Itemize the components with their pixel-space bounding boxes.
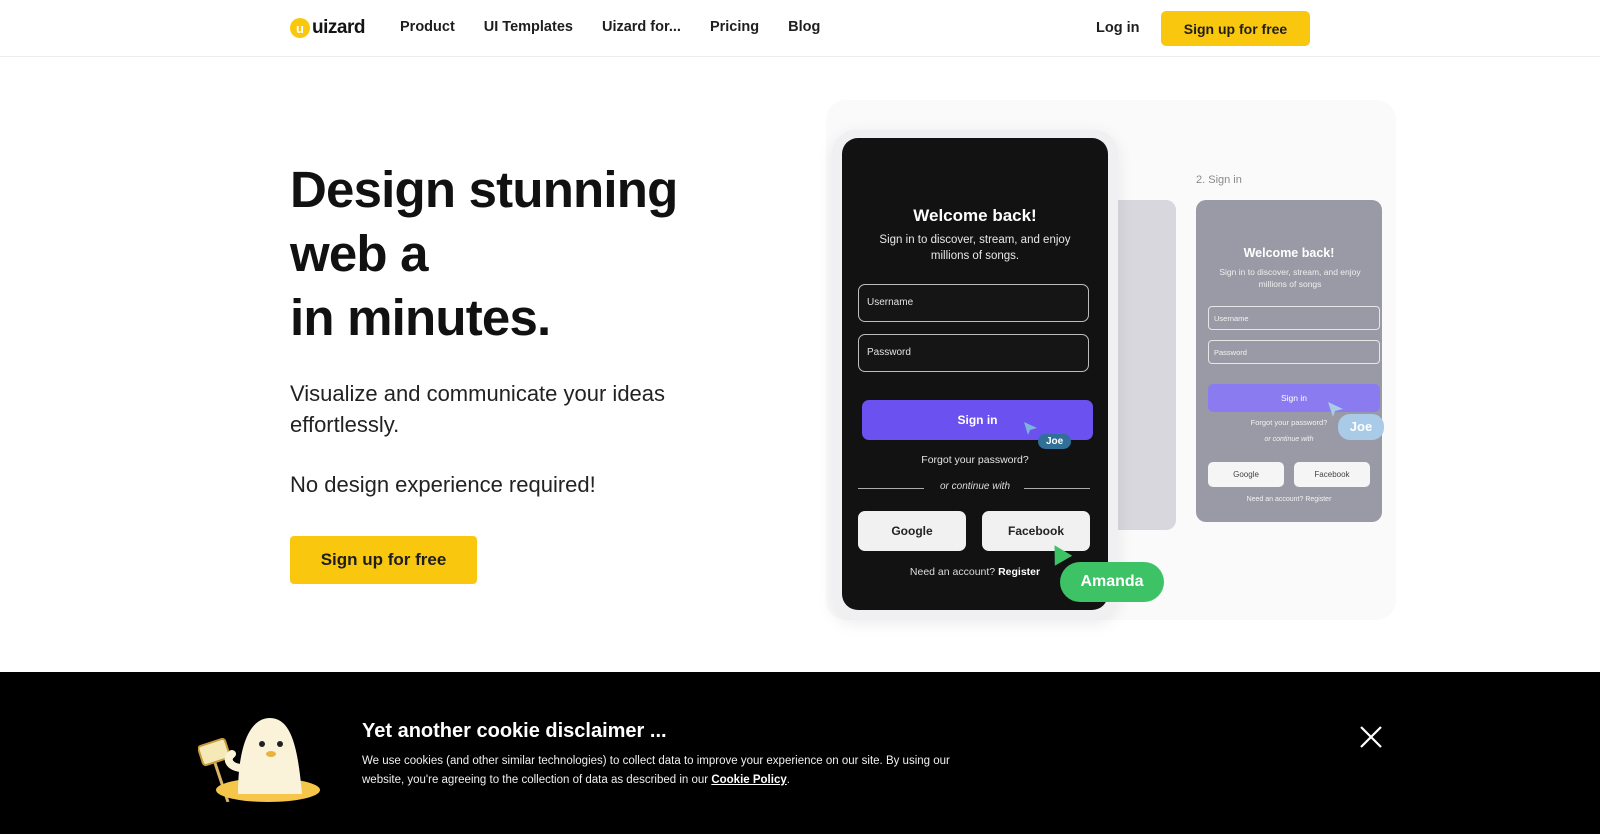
- cookie-banner: Yet another cookie disclaimer ... We use…: [0, 672, 1600, 834]
- cursor-arrow-icon: [1024, 422, 1037, 435]
- phone-mockup: Welcome back! Sign in to discover, strea…: [842, 138, 1108, 610]
- cookie-text: We use cookies (and other similar techno…: [362, 752, 962, 790]
- main-nav: Product UI Templates Uizard for... Prici…: [400, 19, 820, 35]
- hero-illustration: Welcome back! Sign in to discover, strea…: [826, 92, 1406, 632]
- right-card-title: Welcome back!: [1243, 246, 1335, 260]
- phone-or-continue: or continue with: [939, 481, 1011, 492]
- phone-forgot-password: Forgot your password?: [921, 454, 1029, 466]
- right-card-label: 2. Sign in: [1196, 174, 1242, 186]
- seal-mascot-icon: [198, 718, 320, 802]
- hero-signup-button[interactable]: Sign up for free: [290, 536, 477, 584]
- cookie-title: Yet another cookie disclaimer ...: [362, 720, 667, 742]
- phone-description: Sign in to discover, stream, and enjoy m…: [879, 234, 1071, 262]
- phone-google-button: Google: [858, 511, 966, 551]
- phone-password-field: Password: [858, 334, 1089, 372]
- phone-register-prefix: Need an account?: [909, 566, 996, 578]
- cookie-text-body: We use cookies (and other similar techno…: [362, 755, 950, 786]
- cursor-tag-joe-2: Joe: [1338, 414, 1384, 440]
- cursor-tag-amanda: Amanda: [1060, 562, 1164, 602]
- phone-title: Welcome back!: [913, 206, 1037, 225]
- right-card-description: Sign in to discover, stream, and enjoy m…: [1219, 267, 1361, 289]
- nav-blog[interactable]: Blog: [788, 19, 820, 35]
- uizard-logo[interactable]: u uizard: [290, 17, 365, 39]
- hero-title: Design stunning web a in minutes.: [290, 158, 740, 350]
- phone-divider-right: [1024, 488, 1090, 489]
- cursor-tag-joe: Joe: [1038, 434, 1072, 449]
- right-card-mockup: Welcome back! Sign in to discover, strea…: [1196, 200, 1382, 522]
- hero-subtitle-2: No design experience required!: [290, 472, 596, 497]
- right-card-google: Google: [1208, 462, 1284, 487]
- right-card-username: Username: [1208, 306, 1380, 330]
- right-card-facebook: Facebook: [1294, 462, 1370, 487]
- header-signup-button[interactable]: Sign up for free: [1161, 11, 1310, 46]
- right-card-signin: Sign in: [1208, 384, 1380, 412]
- phone-username-field: Username: [858, 284, 1089, 322]
- nav-ui-templates[interactable]: UI Templates: [484, 19, 573, 35]
- nav-uizard-for[interactable]: Uizard for...: [602, 19, 681, 35]
- nav-product[interactable]: Product: [400, 19, 455, 35]
- logo-wordmark: uizard: [312, 17, 365, 38]
- uizard-logo-icon: u: [290, 18, 310, 38]
- hero-subtitle: Visualize and communicate your ideas eff…: [290, 381, 666, 437]
- close-icon[interactable]: [1358, 724, 1384, 750]
- phone-register-link: Register: [998, 566, 1041, 578]
- hero-title-line-2: web a: [290, 225, 429, 282]
- site-header: u uizard Product UI Templates Uizard for…: [0, 0, 1600, 57]
- phone-facebook-button: Facebook: [982, 511, 1090, 551]
- cookie-policy-link[interactable]: Cookie Policy: [711, 774, 786, 786]
- nav-pricing[interactable]: Pricing: [710, 19, 759, 35]
- login-link[interactable]: Log in: [1096, 20, 1140, 36]
- right-card-register: Need an account? Register: [1246, 496, 1332, 503]
- right-card-password: Password: [1208, 340, 1380, 364]
- hero-title-line-3: in minutes.: [290, 289, 551, 346]
- hero-title-line-1: Design stunning: [290, 161, 678, 218]
- cookie-text-end: .: [786, 774, 790, 786]
